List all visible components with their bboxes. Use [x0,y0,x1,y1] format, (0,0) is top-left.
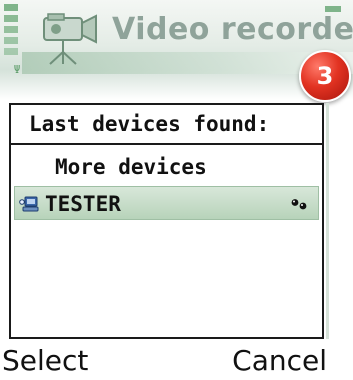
cancel-softkey[interactable]: Cancel [232,342,327,380]
list-item-more-devices[interactable]: More devices [11,149,322,183]
paired-icon [291,199,307,210]
list-item-label: TESTER [45,192,121,216]
bluetooth-device-icon [19,196,39,212]
signal-strength-icon [4,4,18,66]
device-list-panel: Last devices found: More devices TESTER [9,103,324,339]
list-item-label: More devices [55,155,207,179]
list-heading: Last devices found: [11,105,322,145]
phone-screen: Ψ Video recorder 3 Last devices found: M… [0,0,353,380]
step-number-badge: 3 [299,50,351,102]
select-softkey[interactable]: Select [2,342,88,380]
video-camera-icon [43,13,97,65]
scrollbar[interactable] [326,103,329,339]
list-item-tester[interactable]: TESTER [14,186,319,220]
antenna-icon: Ψ [13,63,21,76]
battery-icon [325,6,341,12]
app-title: Video recorder [112,12,353,47]
list-heading-label: Last devices found: [29,112,270,136]
